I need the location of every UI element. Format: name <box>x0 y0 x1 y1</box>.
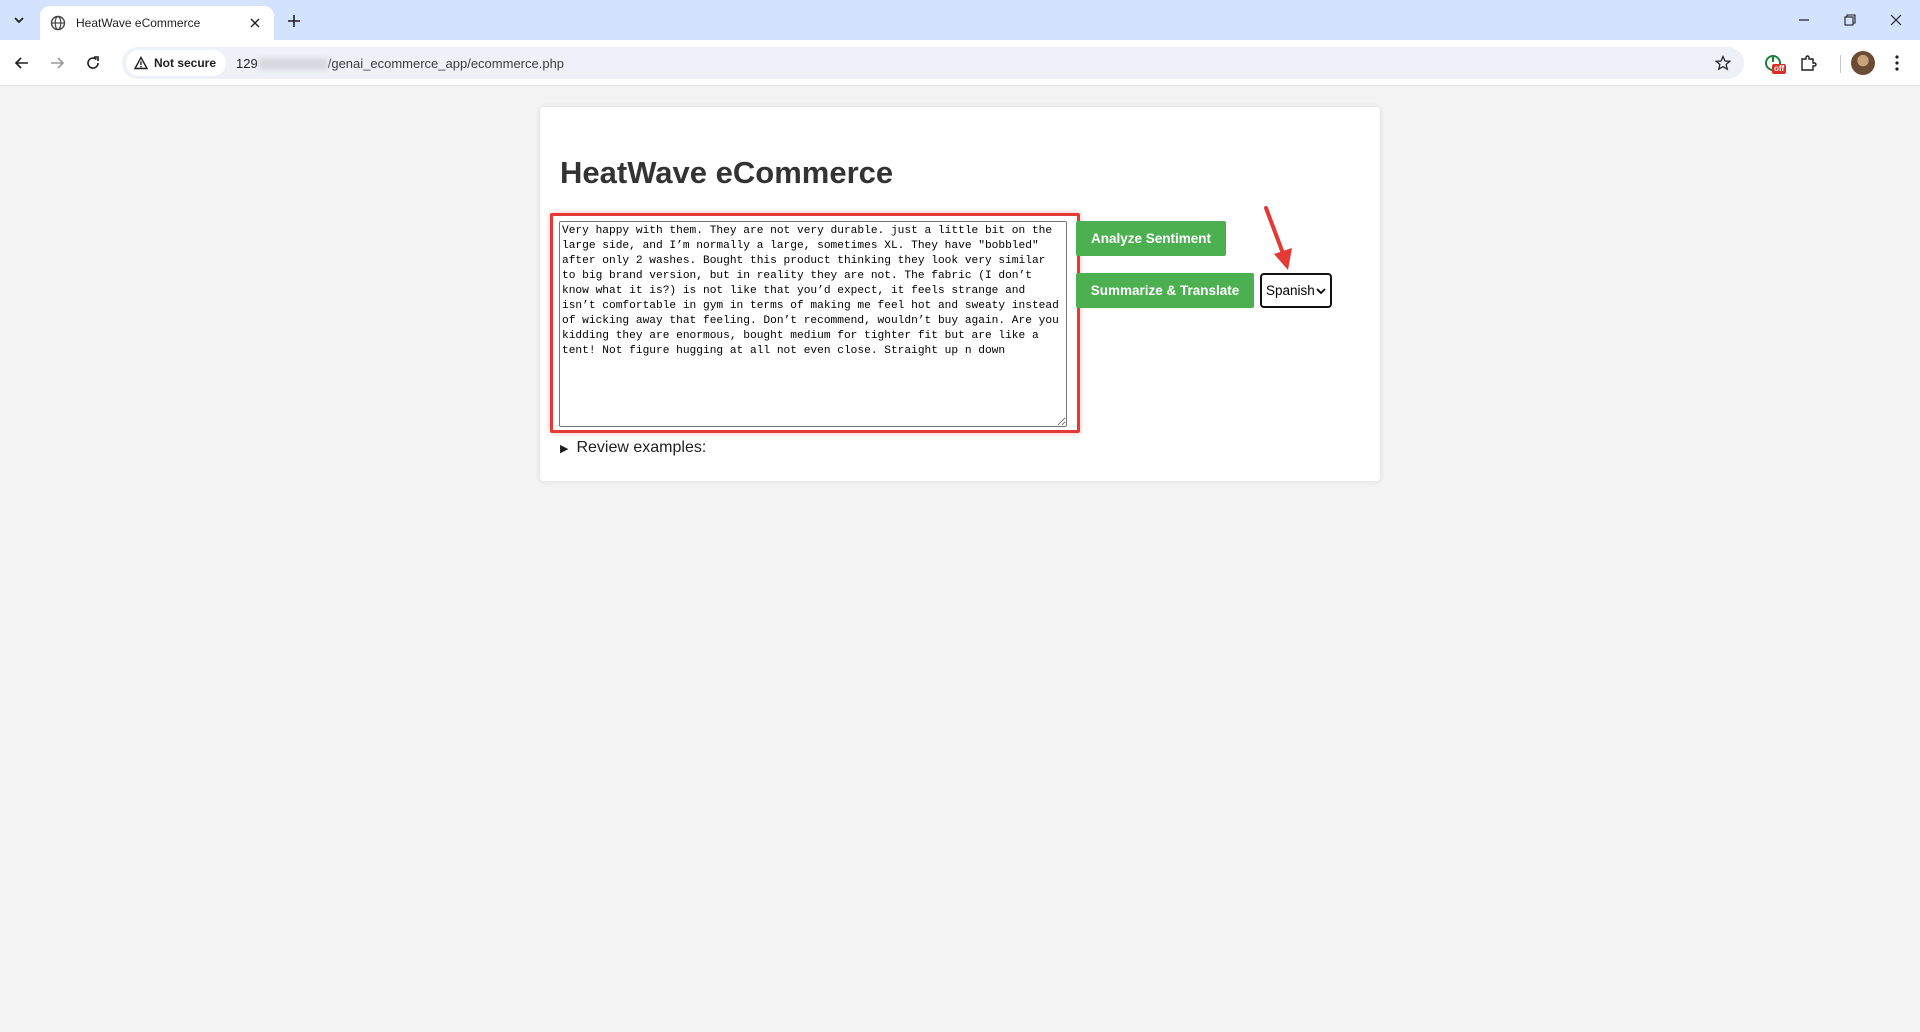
new-tab-button[interactable] <box>282 9 306 33</box>
tab-search-button[interactable] <box>6 8 32 32</box>
restore-icon <box>1844 14 1856 26</box>
close-icon <box>1890 14 1902 26</box>
red-arrow-annotation-icon <box>1264 206 1292 270</box>
security-label: Not secure <box>154 56 217 70</box>
warning-triangle-icon <box>134 56 148 70</box>
chevron-down-icon <box>14 17 24 24</box>
browser-menu-button[interactable] <box>1884 50 1910 76</box>
bookmark-star-icon[interactable] <box>1714 54 1732 72</box>
browser-tab-active[interactable]: HeatWave eCommerce <box>40 6 274 40</box>
reload-icon <box>87 56 99 69</box>
plus-icon <box>288 15 300 27</box>
browser-toolbar: Not secure 129/genai_ecommerce_app/ecomm… <box>0 40 1920 86</box>
minimize-button[interactable] <box>1781 6 1827 34</box>
arrow-right-icon <box>51 57 65 69</box>
chevron-down-icon <box>1316 288 1326 295</box>
url-host: 129 <box>236 55 258 71</box>
url-text: 129/genai_ecommerce_app/ecommerce.php <box>236 56 564 71</box>
review-examples-disclosure[interactable]: ▶ Review examples: <box>560 439 706 457</box>
app-card: HeatWave eCommerce Very happy with them.… <box>540 107 1380 481</box>
review-textarea[interactable]: Very happy with them. They are not very … <box>559 221 1067 427</box>
arrow-left-icon <box>14 57 28 69</box>
analyze-sentiment-button[interactable]: Analyze Sentiment <box>1076 221 1226 256</box>
profile-avatar[interactable] <box>1851 51 1875 75</box>
summarize-translate-button[interactable]: Summarize & Translate <box>1076 273 1254 308</box>
tab-title: HeatWave eCommerce <box>76 16 201 30</box>
minimize-icon <box>1799 19 1809 21</box>
extensions-menu-button[interactable] <box>1795 50 1821 76</box>
disclosure-triangle-icon: ▶ <box>560 442 569 455</box>
close-window-button[interactable] <box>1873 6 1919 34</box>
language-select[interactable]: Spanish <box>1260 273 1332 308</box>
review-examples-label: Review examples: <box>576 439 707 456</box>
url-path: /genai_ecommerce_app/ecommerce.php <box>327 55 565 71</box>
browser-tabstrip: HeatWave eCommerce <box>0 0 1920 40</box>
extension-badge: off <box>1772 64 1787 74</box>
back-button[interactable] <box>8 49 36 77</box>
puzzle-icon <box>1801 55 1817 71</box>
forward-button[interactable] <box>43 49 71 77</box>
toolbar-separator <box>1840 55 1841 73</box>
globe-icon <box>50 15 66 31</box>
security-chip[interactable]: Not secure <box>126 50 227 76</box>
restore-button[interactable] <box>1827 6 1873 34</box>
reload-button[interactable] <box>79 49 107 77</box>
extension-button[interactable]: off <box>1760 50 1787 76</box>
close-tab-icon[interactable] <box>246 14 264 32</box>
url-redaction <box>258 58 327 71</box>
address-bar[interactable]: Not secure 129/genai_ecommerce_app/ecomm… <box>122 47 1744 79</box>
page-title: HeatWave eCommerce <box>560 155 894 190</box>
more-vertical-icon <box>1895 55 1899 71</box>
language-select-value: Spanish <box>1266 283 1315 298</box>
